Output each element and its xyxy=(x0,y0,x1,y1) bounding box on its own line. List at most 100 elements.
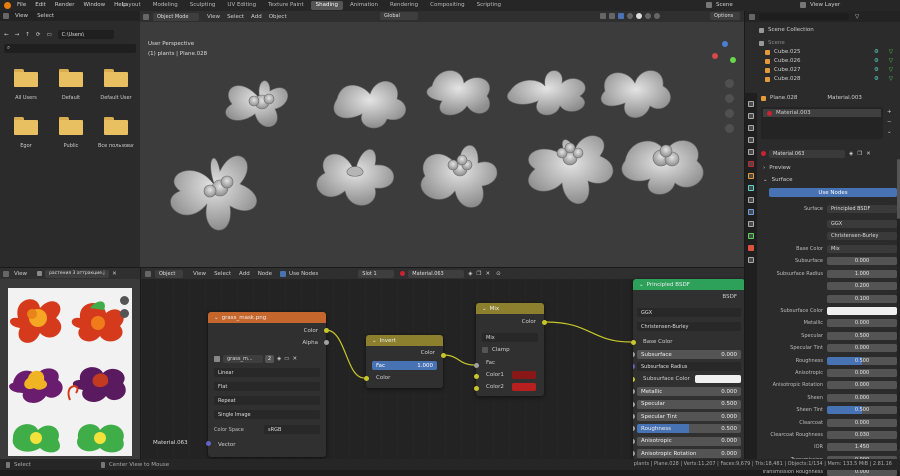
property-value-field[interactable]: 0.000 xyxy=(827,394,897,402)
image-browse-icon[interactable] xyxy=(214,355,220,362)
menu-edit[interactable]: Edit xyxy=(35,2,46,8)
color2-swatch[interactable] xyxy=(512,383,536,391)
interpolation-dropdown[interactable]: Linear xyxy=(214,368,320,377)
outliner-item[interactable]: Cube.028 ⚙ ▽ xyxy=(765,75,897,83)
folder-item[interactable]: Egor xyxy=(8,117,44,159)
outliner-item[interactable]: Scene xyxy=(759,39,897,47)
property-value-field[interactable]: 0.500 xyxy=(827,332,897,340)
bsdf-slider-anisotropic[interactable]: Anisotropic 0.000 xyxy=(637,436,741,446)
bsdf-slider-metallic[interactable]: Metallic 0.000 xyxy=(637,387,741,397)
pan-icon[interactable] xyxy=(725,94,734,103)
fake-user-icon[interactable]: ◈ xyxy=(468,271,472,277)
tab-rendering[interactable]: Rendering xyxy=(385,1,423,10)
mix-node[interactable]: ⌄ Mix Color Mix Clamp Fac Color1 Color2 xyxy=(476,303,544,396)
slot-menu-icon[interactable]: ⌄ xyxy=(887,129,895,135)
bsdf-input-socket[interactable] xyxy=(633,401,635,407)
use-nodes-checkbox-icon[interactable] xyxy=(280,270,287,277)
use-nodes-button[interactable]: Use Nodes xyxy=(769,188,897,197)
ne-menu-node[interactable]: Node xyxy=(258,271,272,277)
editor-type-icon[interactable] xyxy=(3,270,9,277)
mix-fac-socket[interactable] xyxy=(473,362,479,368)
folder-item[interactable]: All Users xyxy=(8,69,44,111)
duplicate-material-icon[interactable]: ❐ xyxy=(477,271,482,277)
color1-swatch[interactable] xyxy=(512,371,536,379)
bsdf-slider-specular[interactable]: Specular 0.500 xyxy=(637,399,741,409)
bsdf-slider-subsurface[interactable]: Subsurface 0.000 xyxy=(637,350,741,359)
image-node-header[interactable]: ⌄ grass_mask.png xyxy=(208,312,326,323)
property-value-field[interactable]: 0.000 xyxy=(827,257,897,265)
modifier-icon[interactable]: ⚙ xyxy=(874,58,879,64)
image-name-field[interactable]: растения 3 аттракцие.j xyxy=(45,269,110,278)
search-input[interactable]: ⌕ xyxy=(4,44,136,53)
menu-render[interactable]: Render xyxy=(55,2,75,8)
scene-collection-row[interactable]: Scene Collection xyxy=(759,27,814,33)
camera-icon[interactable] xyxy=(725,109,734,118)
material-slots-list[interactable]: Material.003 xyxy=(761,107,883,139)
mesh-data-icon[interactable]: ▽ xyxy=(889,76,893,82)
unlink-material-icon[interactable]: ✕ xyxy=(866,151,871,157)
property-value-field[interactable]: 1.450 xyxy=(827,443,897,451)
unlink-image-icon[interactable]: ✕ xyxy=(292,356,297,362)
tab-compositing[interactable]: Compositing xyxy=(425,1,469,10)
data-tab-icon[interactable] xyxy=(748,233,754,239)
clamp-checkbox[interactable]: Clamp xyxy=(482,347,510,353)
mix-color2-socket[interactable] xyxy=(473,385,479,391)
invert-out-socket[interactable] xyxy=(440,352,446,358)
color-space-dropdown[interactable]: sRGB xyxy=(264,425,320,434)
image-name-field[interactable]: grass_m... xyxy=(223,354,263,363)
menu-window[interactable]: Window xyxy=(83,2,105,8)
mesh-data-icon[interactable]: ▽ xyxy=(889,58,893,64)
bsdf-subsurface-color-swatch[interactable] xyxy=(695,375,741,384)
render-tab-icon[interactable] xyxy=(748,113,754,119)
texture-tab-icon[interactable] xyxy=(748,257,754,263)
new-folder-icon[interactable]: ▭ xyxy=(46,32,51,38)
path-field[interactable]: C:\Users\ xyxy=(57,30,114,39)
ne-menu-add[interactable]: Add xyxy=(239,271,250,277)
invert-node-header[interactable]: ⌄ Invert xyxy=(366,335,443,346)
preview-panel-header[interactable]: › Preview xyxy=(763,165,791,171)
bsdf-slider-specular-tint[interactable]: Specular Tint 0.000 xyxy=(637,412,741,421)
property-value-field[interactable]: 0.200 xyxy=(827,282,897,290)
property-value-field[interactable]: 0.500 xyxy=(827,406,897,414)
node-material-field[interactable]: Material.063 xyxy=(408,269,465,278)
bsdf-input-socket[interactable] xyxy=(633,451,635,457)
object-tab-icon[interactable] xyxy=(748,173,754,179)
property-value-field[interactable]: 0.100 xyxy=(827,295,897,303)
fb-menu-view[interactable]: View xyxy=(15,13,28,19)
outliner-search[interactable] xyxy=(759,13,849,20)
view-layer-tab-icon[interactable] xyxy=(748,137,754,143)
unlink-material-icon[interactable]: ✕ xyxy=(485,271,490,277)
material-browse-icon[interactable] xyxy=(761,151,766,156)
property-value-field[interactable]: 1.000 xyxy=(827,270,897,278)
tab-sculpting[interactable]: Sculpting xyxy=(185,1,221,10)
bsdf-subsurface-radius-dropdown[interactable]: Subsurface Radius xyxy=(637,362,741,372)
modifier-tab-icon[interactable] xyxy=(748,185,754,191)
mix-node-header[interactable]: ⌄ Mix xyxy=(476,303,544,314)
bsdf-distribution-dropdown[interactable]: GGX xyxy=(637,308,741,317)
principled-bsdf-node[interactable]: ⌄ Principled BSDF BSDF GGX Christensen-Bu… xyxy=(633,279,744,459)
material-tab-icon[interactable] xyxy=(748,245,754,251)
outliner-item[interactable]: Cube.027 ⚙ ▽ xyxy=(765,66,897,74)
subsurface-color-swatch[interactable] xyxy=(827,307,897,315)
node-editor[interactable]: Object View Select Add Node Use Nodes Sl… xyxy=(140,267,744,459)
tool-tab-icon[interactable] xyxy=(748,101,754,107)
bsdf-input-socket[interactable] xyxy=(633,364,635,370)
base-color-link[interactable]: Mix xyxy=(827,245,897,253)
add-slot-icon[interactable]: + xyxy=(887,109,895,115)
view-layer-selector[interactable]: View Layer xyxy=(800,2,840,8)
parent-dir-icon[interactable]: ↑ xyxy=(25,32,30,38)
material-slot-item[interactable]: Material.003 xyxy=(763,109,881,117)
editor-type-icon[interactable] xyxy=(3,13,9,19)
mesh-data-icon[interactable]: ▽ xyxy=(889,49,893,55)
tab-modeling[interactable]: Modeling xyxy=(148,1,183,10)
invert-node[interactable]: ⌄ Invert Color Fac 1.000 Color xyxy=(366,335,443,388)
bsdf-slider-roughness[interactable]: Roughness 0.500 xyxy=(637,424,741,434)
fake-user-icon[interactable]: ◈ xyxy=(849,151,853,157)
folder-item[interactable]: Все пользоват... xyxy=(98,117,134,159)
shader-type-dropdown[interactable]: Object xyxy=(155,269,183,278)
subsurface-method-dropdown[interactable]: Christensen-Burley xyxy=(827,232,897,240)
ne-menu-view[interactable]: View xyxy=(193,271,206,277)
constraints-tab-icon[interactable] xyxy=(748,221,754,227)
scene-selector[interactable]: Scene xyxy=(706,2,733,8)
source-dropdown[interactable]: Single Image xyxy=(214,410,320,419)
